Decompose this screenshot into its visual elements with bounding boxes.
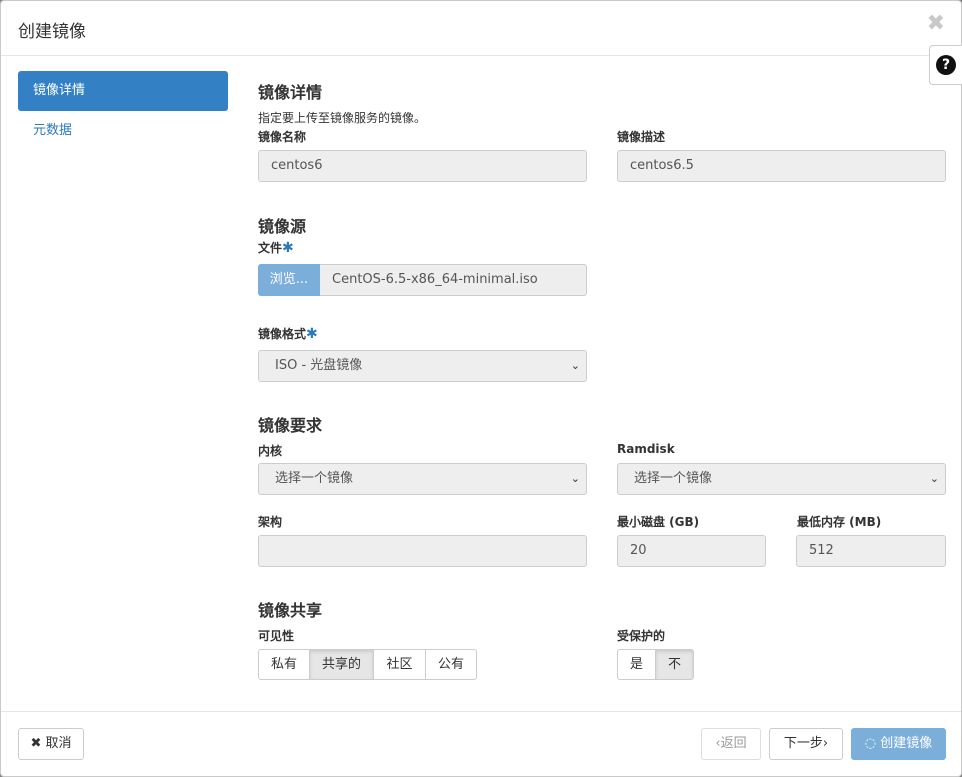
wizard-nav: 镜像详情 元数据: [18, 71, 228, 151]
create-image-button[interactable]: ◌ 创建镜像: [851, 728, 946, 760]
modal-title: 创建镜像: [18, 22, 86, 42]
arch-label: 架构: [258, 515, 283, 529]
ramdisk-select-value: 选择一个镜像: [634, 471, 713, 486]
next-button[interactable]: 下一步›: [769, 728, 843, 760]
image-desc-label: 镜像描述: [617, 130, 666, 144]
file-name-input[interactable]: CentOS-6.5-x86_64-minimal.iso: [320, 264, 587, 296]
protected-toggle-group: 是 不: [617, 649, 694, 680]
protected-yes-button[interactable]: 是: [617, 649, 656, 680]
details-help-text: 指定要上传至镜像服务的镜像。: [258, 111, 427, 125]
format-select[interactable]: ISO - 光盘镜像 ⌄: [258, 350, 587, 382]
format-select-value: ISO - 光盘镜像: [275, 358, 363, 373]
back-button[interactable]: ‹返回: [701, 728, 761, 760]
visibility-public-button[interactable]: 公有: [425, 649, 477, 680]
chevron-down-icon: ⌄: [570, 359, 580, 372]
chevron-right-icon: ›: [822, 736, 829, 751]
file-label: 文件✱: [258, 240, 294, 256]
create-image-modal: 创建镜像 ✖ ? 镜像详情 元数据 镜像详情 指定要上传至镜像服务的镜像。 镜像…: [0, 0, 962, 777]
ramdisk-label: Ramdisk: [617, 442, 675, 456]
image-name-input[interactable]: centos6: [258, 150, 587, 182]
close-icon: ✖: [30, 736, 42, 751]
browse-button[interactable]: 浏览...: [258, 264, 320, 296]
visibility-shared-button[interactable]: 共享的: [309, 649, 374, 680]
min-disk-input[interactable]: 20: [617, 535, 766, 567]
kernel-label: 内核: [258, 444, 283, 458]
visibility-label: 可见性: [258, 629, 295, 643]
kernel-select-value: 选择一个镜像: [275, 471, 354, 486]
required-mark: ✱: [282, 240, 294, 256]
section-title-details: 镜像详情: [258, 83, 323, 102]
section-title-requirements: 镜像要求: [258, 416, 323, 435]
section-title-sharing: 镜像共享: [258, 601, 323, 620]
visibility-toggle-group: 私有 共享的 社区 公有: [258, 649, 477, 680]
format-label: 镜像格式✱: [258, 326, 318, 342]
protected-label: 受保护的: [617, 629, 666, 643]
min-ram-input[interactable]: 512: [796, 535, 946, 567]
visibility-community-button[interactable]: 社区: [373, 649, 426, 680]
question-icon: ?: [936, 55, 956, 75]
ramdisk-select[interactable]: 选择一个镜像 ⌄: [617, 463, 946, 495]
arch-input[interactable]: [258, 535, 587, 567]
image-name-label: 镜像名称: [258, 130, 307, 144]
chevron-down-icon: ⌄: [570, 472, 580, 485]
chevron-down-icon: ⌄: [929, 472, 939, 485]
required-mark: ✱: [306, 326, 318, 342]
close-icon[interactable]: ✖: [927, 11, 945, 36]
file-picker: 浏览... CentOS-6.5-x86_64-minimal.iso: [258, 264, 587, 296]
help-button[interactable]: ?: [929, 45, 962, 85]
nav-item-metadata[interactable]: 元数据: [18, 111, 228, 151]
kernel-select[interactable]: 选择一个镜像 ⌄: [258, 463, 587, 495]
image-desc-input[interactable]: centos6.5: [617, 150, 946, 182]
cancel-button[interactable]: ✖ 取消: [18, 728, 84, 760]
spinner-icon: ◌: [864, 736, 877, 751]
nav-item-image-details[interactable]: 镜像详情: [18, 71, 228, 111]
min-ram-label: 最低内存 (MB): [797, 515, 882, 529]
modal-header: 创建镜像 ✖: [1, 1, 961, 56]
visibility-private-button[interactable]: 私有: [258, 649, 310, 680]
protected-no-button[interactable]: 不: [655, 649, 694, 680]
section-title-source: 镜像源: [258, 217, 307, 236]
modal-footer: ✖ 取消 ‹返回 下一步› ◌ 创建镜像: [1, 711, 961, 777]
min-disk-label: 最小磁盘 (GB): [617, 515, 700, 529]
